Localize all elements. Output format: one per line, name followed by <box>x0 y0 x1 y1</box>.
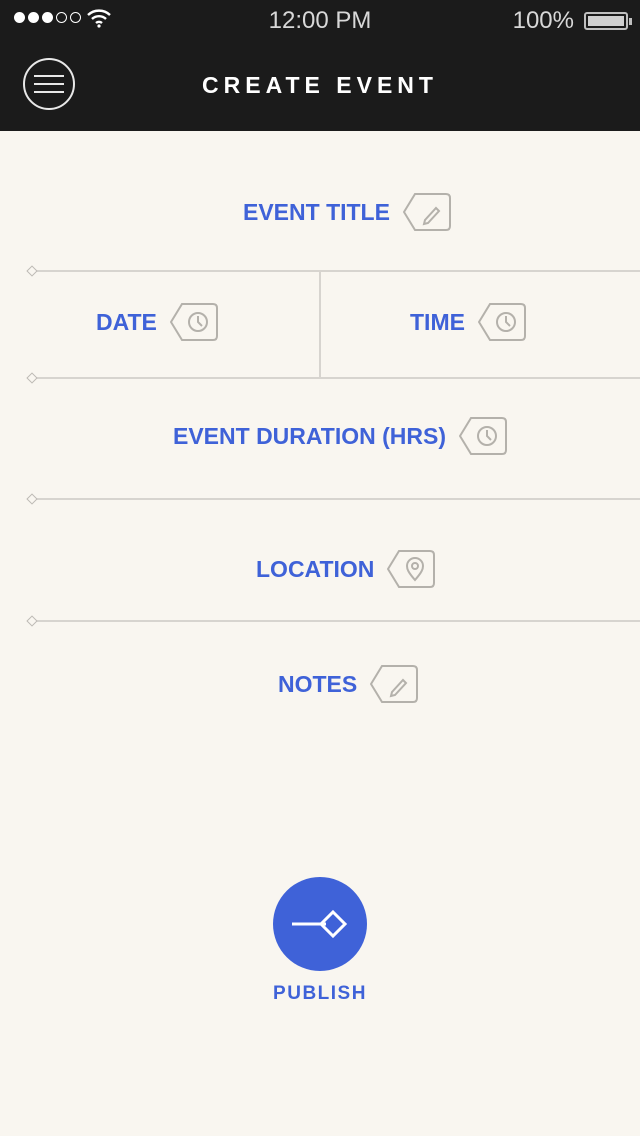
pencil-icon <box>402 193 451 231</box>
event-title-field[interactable]: EVENT TITLE <box>243 193 452 231</box>
divider-marker <box>26 493 38 505</box>
pencil-icon <box>370 665 419 703</box>
time-label: TIME <box>410 308 465 335</box>
map-pin-icon <box>387 550 436 588</box>
battery-percentage: 100% <box>512 7 574 34</box>
app-header: 12:00 PM 100% CREATE EVENT <box>0 0 640 131</box>
divider-marker <box>26 265 38 277</box>
publish-arrow-icon <box>292 909 348 939</box>
divider <box>32 377 640 379</box>
divider-marker <box>26 615 38 627</box>
event-duration-field[interactable]: EVENT DURATION (HRS) <box>173 417 508 455</box>
notes-field[interactable]: NOTES <box>278 665 419 703</box>
divider-marker <box>26 372 38 384</box>
clock-icon <box>459 417 508 455</box>
page-title: CREATE EVENT <box>202 72 438 98</box>
clock-icon <box>169 303 218 341</box>
divider <box>32 498 640 500</box>
publish-button[interactable] <box>273 877 367 971</box>
notes-label: NOTES <box>278 670 358 697</box>
clock-icon <box>477 303 526 341</box>
publish-label: PUBLISH <box>273 983 367 1004</box>
time-field[interactable]: TIME <box>410 303 527 341</box>
location-label: LOCATION <box>256 555 375 582</box>
vertical-divider <box>319 271 321 378</box>
event-title-label: EVENT TITLE <box>243 198 390 225</box>
battery-icon <box>584 12 632 30</box>
divider <box>32 270 640 272</box>
date-field[interactable]: DATE <box>96 303 219 341</box>
location-field[interactable]: LOCATION <box>256 550 436 588</box>
date-label: DATE <box>96 308 157 335</box>
event-duration-label: EVENT DURATION (HRS) <box>173 422 447 449</box>
status-bar: 12:00 PM 100% <box>0 0 640 42</box>
divider <box>32 620 640 622</box>
